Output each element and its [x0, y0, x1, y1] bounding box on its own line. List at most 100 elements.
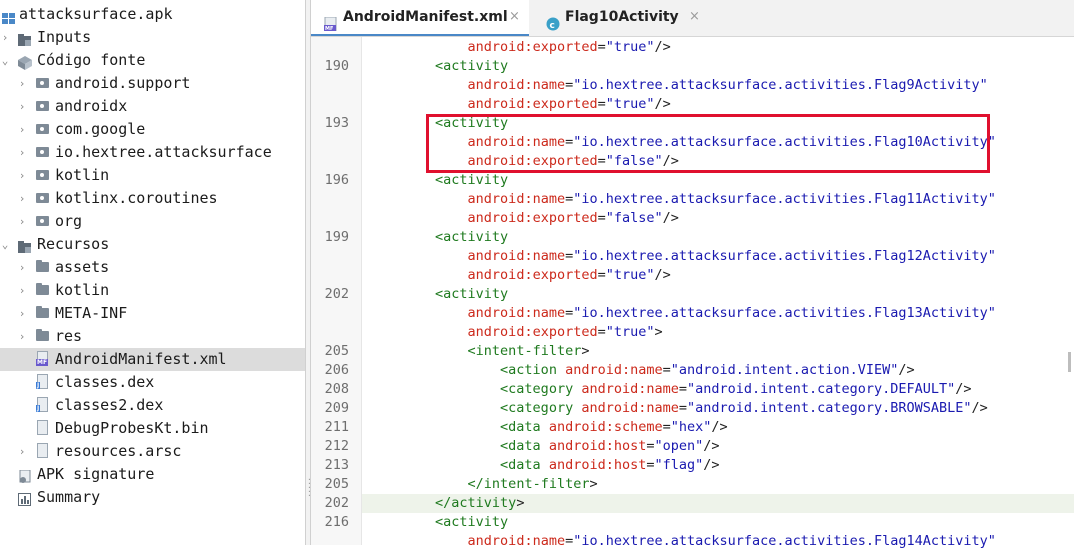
editor-tab-bar: MF AndroidManifest.xml × c Flag10Activit…	[311, 0, 1074, 37]
code-line: android:exported="true"/>	[467, 39, 671, 55]
code-line: <activity	[435, 514, 509, 530]
code-line: <intent-filter>	[467, 343, 590, 359]
tree-label: kotlin	[55, 281, 110, 299]
vertical-scrollbar[interactable]	[1068, 352, 1071, 372]
tree-item-root[interactable]: attacksurface.apk	[0, 3, 305, 26]
line-number: 206	[324, 362, 349, 378]
tree-item-folder[interactable]: › kotlin	[0, 279, 305, 302]
dex-file-icon: J	[36, 374, 48, 389]
tree-item-package[interactable]: › com.google	[0, 118, 305, 141]
tree-label: classes2.dex	[55, 396, 164, 414]
package-icon	[36, 101, 49, 111]
tree-item-apk-signature[interactable]: APK signature	[0, 463, 305, 486]
tree-label: io.hextree.attacksurface	[55, 143, 272, 161]
tree-item-package[interactable]: › org	[0, 210, 305, 233]
tree-item-folder[interactable]: › assets	[0, 256, 305, 279]
line-number: 212	[324, 438, 349, 454]
tree-item-inputs[interactable]: › Inputs	[0, 26, 305, 49]
package-icon	[36, 216, 49, 226]
code-line: android:name="io.hextree.attacksurface.a…	[467, 248, 996, 264]
chevron-down-icon[interactable]: ⌄	[0, 233, 10, 256]
chevron-right-icon[interactable]: ›	[17, 164, 27, 187]
highlight-annotation-box	[426, 114, 990, 173]
code-line: <action android:name="android.intent.act…	[500, 362, 915, 378]
line-number: 202	[324, 286, 349, 302]
tree-item-source-code[interactable]: ⌄ Código fonte	[0, 49, 305, 72]
code-line: </intent-filter>	[467, 476, 598, 492]
tree-label: res	[55, 327, 83, 345]
chevron-right-icon[interactable]: ›	[17, 72, 27, 95]
line-number: 209	[324, 400, 349, 416]
chevron-right-icon[interactable]: ›	[17, 325, 27, 348]
tree-label: Código fonte	[37, 51, 146, 69]
tree-item-folder[interactable]: › META-INF	[0, 302, 305, 325]
code-line: android:name="io.hextree.attacksurface.a…	[467, 77, 988, 93]
tree-item-file[interactable]: DebugProbesKt.bin	[0, 417, 305, 440]
tree-label: org	[55, 212, 83, 230]
tree-label: APK signature	[37, 465, 155, 483]
chevron-right-icon[interactable]: ›	[17, 95, 27, 118]
code-line: <activity	[435, 172, 509, 188]
tree-item-package[interactable]: › android.support	[0, 72, 305, 95]
project-icon	[2, 9, 16, 24]
line-number: 193	[324, 115, 349, 131]
manifest-file-icon: MF	[36, 351, 49, 366]
line-number: 205	[324, 343, 349, 359]
tree-label: kotlin	[55, 166, 110, 184]
line-number: 199	[324, 229, 349, 245]
tree-label: android.support	[55, 74, 191, 92]
class-tab-icon: c	[546, 10, 560, 31]
chevron-right-icon[interactable]: ›	[17, 279, 27, 302]
line-number: 211	[324, 419, 349, 435]
tree-item-package[interactable]: › androidx	[0, 95, 305, 118]
tab-android-manifest[interactable]: MF AndroidManifest.xml ×	[311, 0, 529, 36]
line-number: 213	[324, 457, 349, 473]
code-line: <data android:scheme="hex"/>	[500, 419, 728, 435]
source-code-icon	[18, 54, 32, 70]
tree-item-file[interactable]: J classes2.dex	[0, 394, 305, 417]
code-line: android:exported="true"/>	[467, 96, 671, 112]
chevron-right-icon[interactable]: ›	[17, 210, 27, 233]
code-line: android:name="io.hextree.attacksurface.a…	[467, 191, 996, 207]
code-line: <data android:host="flag"/>	[500, 457, 720, 473]
close-icon[interactable]: ×	[689, 0, 700, 34]
tab-label: AndroidManifest.xml	[343, 9, 508, 25]
folder-icon	[36, 329, 49, 341]
tree-item-package[interactable]: › kotlin	[0, 164, 305, 187]
package-icon	[36, 147, 49, 157]
chevron-right-icon[interactable]: ›	[0, 26, 10, 49]
tree-item-folder[interactable]: › res	[0, 325, 305, 348]
tree-label: META-INF	[55, 304, 128, 322]
line-number: 202	[324, 495, 349, 511]
chevron-down-icon[interactable]: ⌄	[0, 49, 10, 72]
chevron-right-icon[interactable]: ›	[17, 440, 27, 463]
manifest-tab-icon: MF	[324, 10, 338, 32]
tree-item-file[interactable]: J classes.dex	[0, 371, 305, 394]
chevron-right-icon[interactable]: ›	[17, 302, 27, 325]
svg-text:c: c	[550, 21, 555, 31]
tree-label: Recursos	[37, 235, 110, 253]
code-line: android:exported="false"/>	[467, 210, 679, 226]
binary-file-icon	[37, 420, 48, 435]
tree-item-package[interactable]: › kotlinx.coroutines	[0, 187, 305, 210]
tree-item-resources[interactable]: ⌄ Recursos	[0, 233, 305, 256]
close-icon[interactable]: ×	[509, 0, 520, 34]
chevron-right-icon[interactable]: ›	[17, 256, 27, 279]
code-line: android:name="io.hextree.attacksurface.a…	[467, 305, 996, 321]
tree-item-android-manifest[interactable]: MF AndroidManifest.xml	[0, 348, 305, 371]
chevron-right-icon[interactable]: ›	[17, 187, 27, 210]
chevron-right-icon[interactable]: ›	[17, 141, 27, 164]
signature-icon	[18, 468, 32, 483]
tree-label: kotlinx.coroutines	[55, 189, 218, 207]
package-icon	[36, 78, 49, 88]
tree-item-summary[interactable]: Summary	[0, 486, 305, 509]
tree-label: com.google	[55, 120, 146, 138]
code-line: <category android:name="android.intent.c…	[500, 400, 988, 416]
tree-label: classes.dex	[55, 373, 155, 391]
chevron-right-icon[interactable]: ›	[17, 118, 27, 141]
tree-item-package[interactable]: › io.hextree.attacksurface	[0, 141, 305, 164]
tree-item-file[interactable]: › resources.arsc	[0, 440, 305, 463]
code-line: <activity	[435, 286, 509, 302]
line-number: 216	[324, 514, 349, 530]
tab-flag10activity[interactable]: c Flag10Activity ×	[531, 0, 711, 36]
